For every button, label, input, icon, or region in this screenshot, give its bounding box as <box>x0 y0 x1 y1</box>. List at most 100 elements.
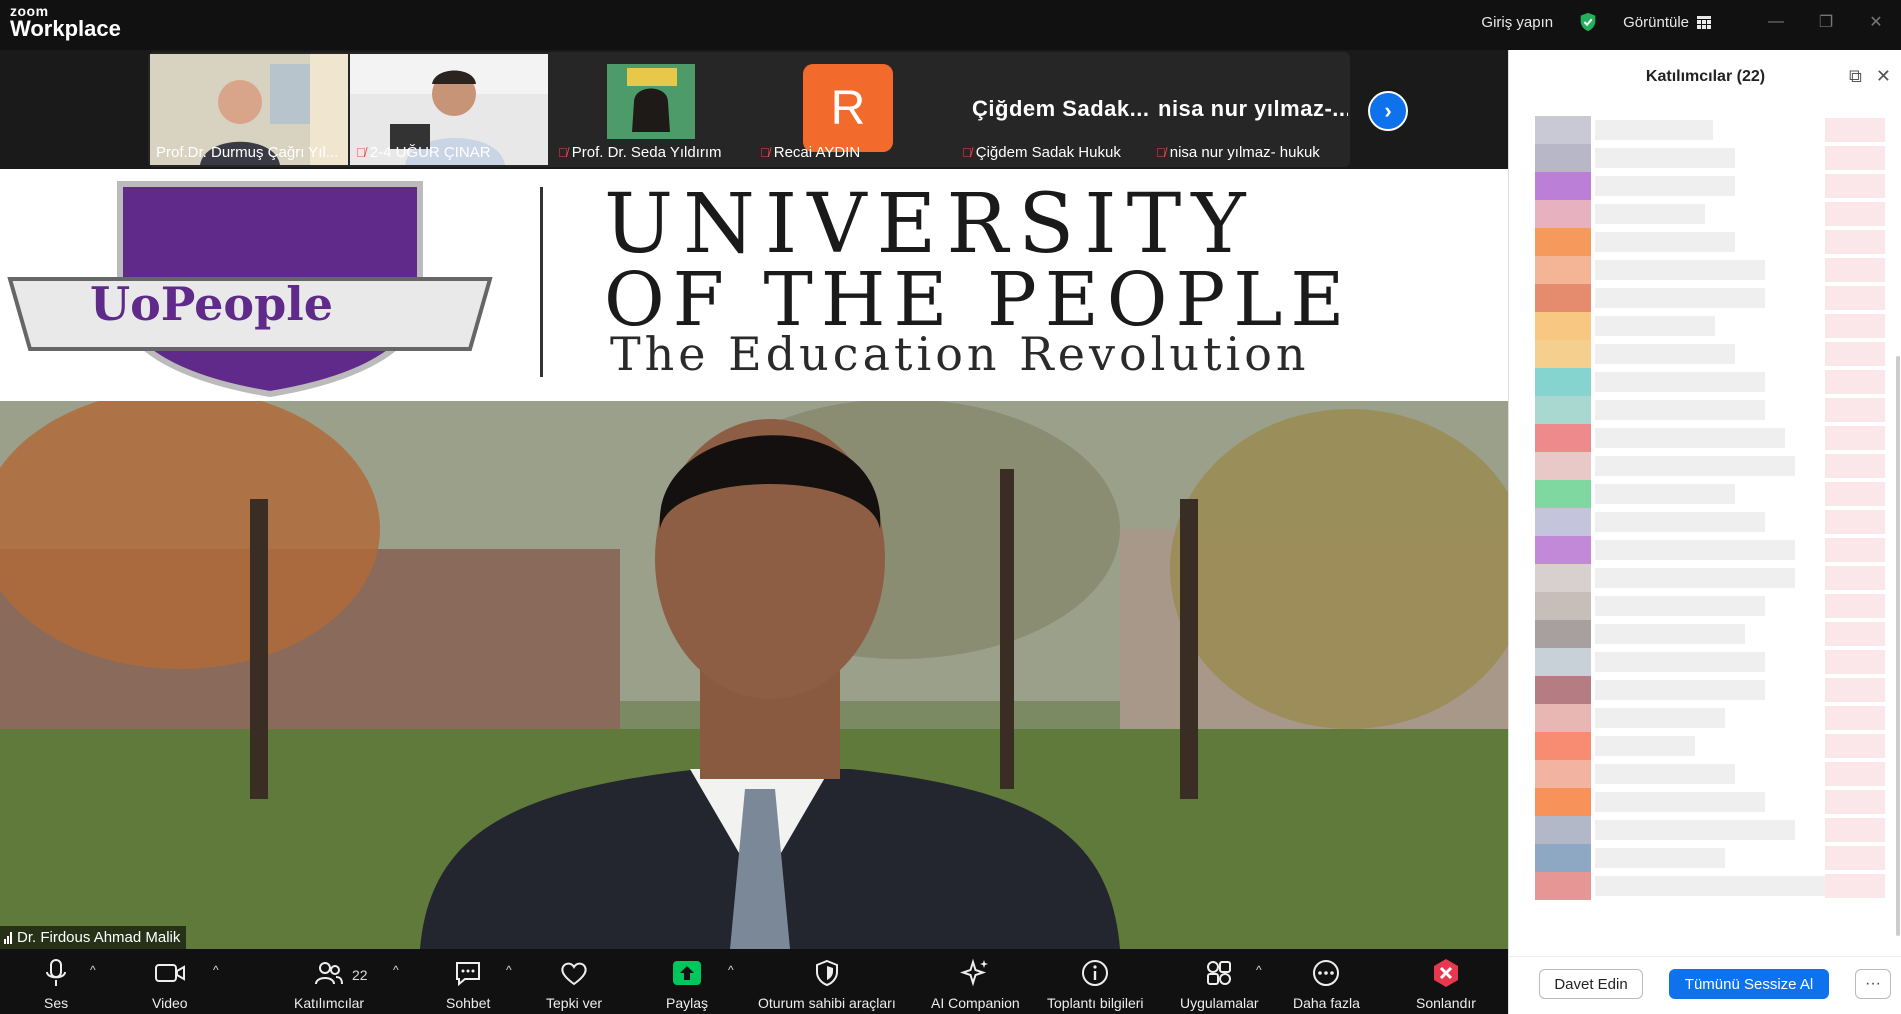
participant-row[interactable] <box>1525 788 1895 816</box>
participant-row[interactable] <box>1525 256 1895 284</box>
participant-row[interactable] <box>1525 480 1895 508</box>
participant-row[interactable] <box>1525 844 1895 872</box>
participant-avatar <box>1535 368 1591 396</box>
participant-thumbnail[interactable]: Çiğdem Sadak... 🎙̸ Çiğdem Sadak Hukuk <box>956 54 1154 165</box>
participant-row[interactable] <box>1525 508 1895 536</box>
participant-row[interactable] <box>1525 620 1895 648</box>
minimize-button[interactable]: — <box>1751 0 1801 44</box>
next-page-arrow[interactable]: › <box>1368 91 1408 131</box>
mic-muted-icon: 🎙̸ <box>1156 145 1166 160</box>
end-meeting-button[interactable]: Sonlandır <box>1416 955 1476 1011</box>
participant-thumbnail[interactable]: R 🎙̸ Recai AYDIN <box>754 54 952 165</box>
participant-avatar <box>1535 284 1591 312</box>
more-dots-icon <box>1313 960 1340 986</box>
view-label: Görüntüle <box>1623 13 1689 31</box>
zoom-logo: zoom Workplace <box>10 4 121 40</box>
speaker-name-label: Dr. Firdous Ahmad Malik <box>0 926 187 949</box>
participant-row[interactable] <box>1525 732 1895 760</box>
participant-avatar <box>1535 172 1591 200</box>
participant-row[interactable] <box>1525 872 1895 900</box>
participant-name-blurred <box>1595 708 1725 728</box>
participant-thumbnail[interactable]: 🎙̸ Prof. Dr. Seda Yıldırım <box>552 54 750 165</box>
participant-row[interactable] <box>1525 228 1895 256</box>
participant-row[interactable] <box>1525 452 1895 480</box>
meeting-toolbar: Ses ^ Video ^ Katılımcılar 22 ^ Sohbet ^… <box>0 949 1508 1014</box>
participant-row[interactable] <box>1525 760 1895 788</box>
participant-name-blurred <box>1595 484 1735 504</box>
participant-list-scrollbar[interactable] <box>1896 356 1900 936</box>
participant-row[interactable] <box>1525 676 1895 704</box>
participant-row[interactable] <box>1525 816 1895 844</box>
participant-row[interactable] <box>1525 116 1895 144</box>
participant-avatar <box>1535 452 1591 480</box>
audio-options-caret[interactable]: ^ <box>90 963 96 977</box>
heart-icon <box>561 962 587 986</box>
react-button[interactable]: Tepki ver <box>546 955 602 1011</box>
participant-row[interactable] <box>1525 564 1895 592</box>
end-call-icon <box>1433 959 1458 987</box>
sign-in-link[interactable]: Giriş yapın <box>1481 14 1553 31</box>
audio-button[interactable]: Ses <box>44 955 68 1011</box>
participant-row[interactable] <box>1525 592 1895 620</box>
participant-avatar <box>1535 620 1591 648</box>
meeting-info-button[interactable]: Toplantı bilgileri <box>1047 955 1144 1011</box>
chat-button[interactable]: Sohbet <box>446 955 490 1011</box>
invite-button[interactable]: Davet Edin <box>1539 969 1643 999</box>
participant-row[interactable] <box>1525 340 1895 368</box>
more-options-button[interactable]: ··· <box>1855 969 1891 999</box>
apps-options-caret[interactable]: ^ <box>1256 963 1262 977</box>
close-window-button[interactable]: ✕ <box>1851 0 1901 44</box>
host-tools-button[interactable]: Oturum sahibi araçları <box>758 955 896 1011</box>
participant-row[interactable] <box>1525 312 1895 340</box>
mute-all-button[interactable]: Tümünü Sessize Al <box>1669 969 1829 999</box>
thumbnail-name: 🎙̸ Recai AYDIN <box>760 144 861 161</box>
participant-avatar <box>1535 788 1591 816</box>
participants-panel: Katılımcılar (22) ⧉ ✕ Davet Edin Tümünü … <box>1508 50 1901 1014</box>
participant-avatar <box>1535 816 1591 844</box>
security-shield-icon[interactable] <box>1577 11 1599 33</box>
more-button[interactable]: Daha fazla <box>1293 955 1360 1011</box>
minimize-icon: — <box>1768 13 1784 30</box>
participant-avatar <box>1535 116 1591 144</box>
participant-avatar <box>1535 144 1591 172</box>
video-button[interactable]: Video <box>152 955 188 1011</box>
close-panel-icon[interactable]: ✕ <box>1876 66 1891 87</box>
participant-status-blurred <box>1825 174 1885 198</box>
share-button[interactable]: Paylaş <box>666 955 708 1011</box>
panel-title: Katılımcılar (22) <box>1645 68 1766 85</box>
ai-companion-button[interactable]: AI Companion <box>931 955 1020 1011</box>
chat-options-caret[interactable]: ^ <box>506 963 512 977</box>
participant-row[interactable] <box>1525 424 1895 452</box>
participant-status-blurred <box>1825 510 1885 534</box>
participant-thumbnail[interactable]: 🎙̸ 2-4 UĞUR ÇINAR <box>350 54 548 165</box>
host-tools-label: Oturum sahibi araçları <box>758 995 896 1011</box>
participant-count: 22 <box>352 967 368 983</box>
participant-row[interactable] <box>1525 648 1895 676</box>
participant-row[interactable] <box>1525 284 1895 312</box>
view-button[interactable]: Görüntüle <box>1623 14 1711 31</box>
participant-row[interactable] <box>1525 536 1895 564</box>
participant-row[interactable] <box>1525 396 1895 424</box>
participant-name-blurred <box>1595 288 1765 308</box>
maximize-button[interactable]: ❐ <box>1801 0 1851 44</box>
participant-thumbnail[interactable]: nisa nur yılmaz-... 🎙̸ nisa nur yılmaz- h… <box>1150 54 1348 165</box>
participant-name-blurred <box>1595 540 1795 560</box>
participant-status-blurred <box>1825 846 1885 870</box>
participant-thumbnail[interactable]: Prof.Dr. Durmuş Çağrı Yıl... <box>150 54 348 165</box>
zoom-window: zoom Workplace Giriş yapın Görüntüle — ❐… <box>0 0 1901 1014</box>
apps-button[interactable]: Uygulamalar <box>1180 955 1259 1011</box>
participants-options-caret[interactable]: ^ <box>393 963 399 977</box>
participant-row[interactable] <box>1525 172 1895 200</box>
share-options-caret[interactable]: ^ <box>728 963 734 977</box>
participant-row[interactable] <box>1525 368 1895 396</box>
participant-name-blurred <box>1595 120 1713 140</box>
participant-row[interactable] <box>1525 144 1895 172</box>
participant-list[interactable] <box>1525 116 1895 956</box>
participants-button[interactable]: Katılımcılar <box>294 955 364 1011</box>
participant-name-blurred <box>1595 680 1765 700</box>
microphone-icon <box>46 959 67 986</box>
participant-row[interactable] <box>1525 200 1895 228</box>
video-options-caret[interactable]: ^ <box>213 963 219 977</box>
popout-icon[interactable]: ⧉ <box>1849 66 1862 87</box>
participant-row[interactable] <box>1525 704 1895 732</box>
